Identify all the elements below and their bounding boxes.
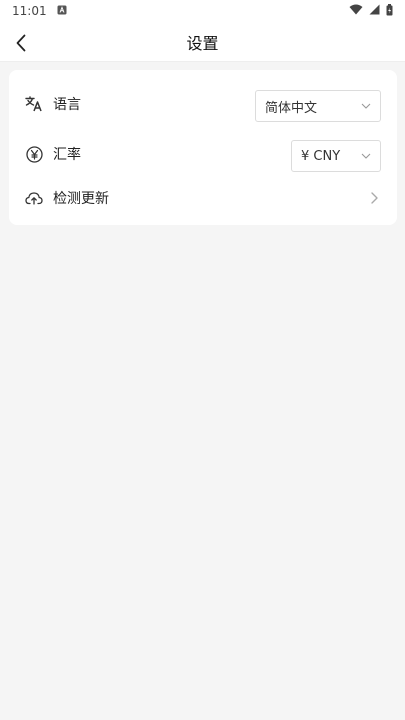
language-label: 语言 <box>53 97 81 113</box>
setting-row-language: 语言 简体中文 <box>9 84 397 124</box>
chevron-right-icon <box>371 192 378 204</box>
exchange-rate-select[interactable]: ¥ CNY <box>291 140 381 172</box>
chevron-down-icon <box>361 103 371 109</box>
exchange-rate-label: 汇率 <box>53 147 81 163</box>
language-selected-value: 简体中文 <box>265 100 318 116</box>
setting-row-check-update[interactable]: 检测更新 <box>9 178 397 218</box>
setting-row-exchange-rate: 汇率 ¥ CNY <box>9 134 397 174</box>
yen-circle-icon <box>25 145 43 163</box>
wifi-icon <box>349 4 363 18</box>
battery-icon <box>386 3 393 19</box>
back-button[interactable] <box>10 32 32 54</box>
status-right <box>349 3 393 19</box>
status-time: 11:01 <box>12 4 47 18</box>
cloud-upload-icon <box>25 189 43 207</box>
chevron-down-icon <box>361 153 371 159</box>
notification-a-icon <box>57 4 67 18</box>
translate-icon <box>25 95 43 113</box>
signal-icon <box>369 4 380 18</box>
check-update-label: 检测更新 <box>53 191 109 207</box>
status-left: 11:01 <box>12 4 67 18</box>
settings-card: 语言 简体中文 汇率 ¥ CNY 检测更新 <box>9 70 397 225</box>
language-select[interactable]: 简体中文 <box>255 90 381 122</box>
page-title: 设置 <box>186 33 219 53</box>
status-bar: 11:01 <box>0 0 405 22</box>
header: 设置 <box>0 22 405 62</box>
chevron-left-icon <box>16 34 26 52</box>
exchange-rate-selected-value: ¥ CNY <box>301 148 341 164</box>
